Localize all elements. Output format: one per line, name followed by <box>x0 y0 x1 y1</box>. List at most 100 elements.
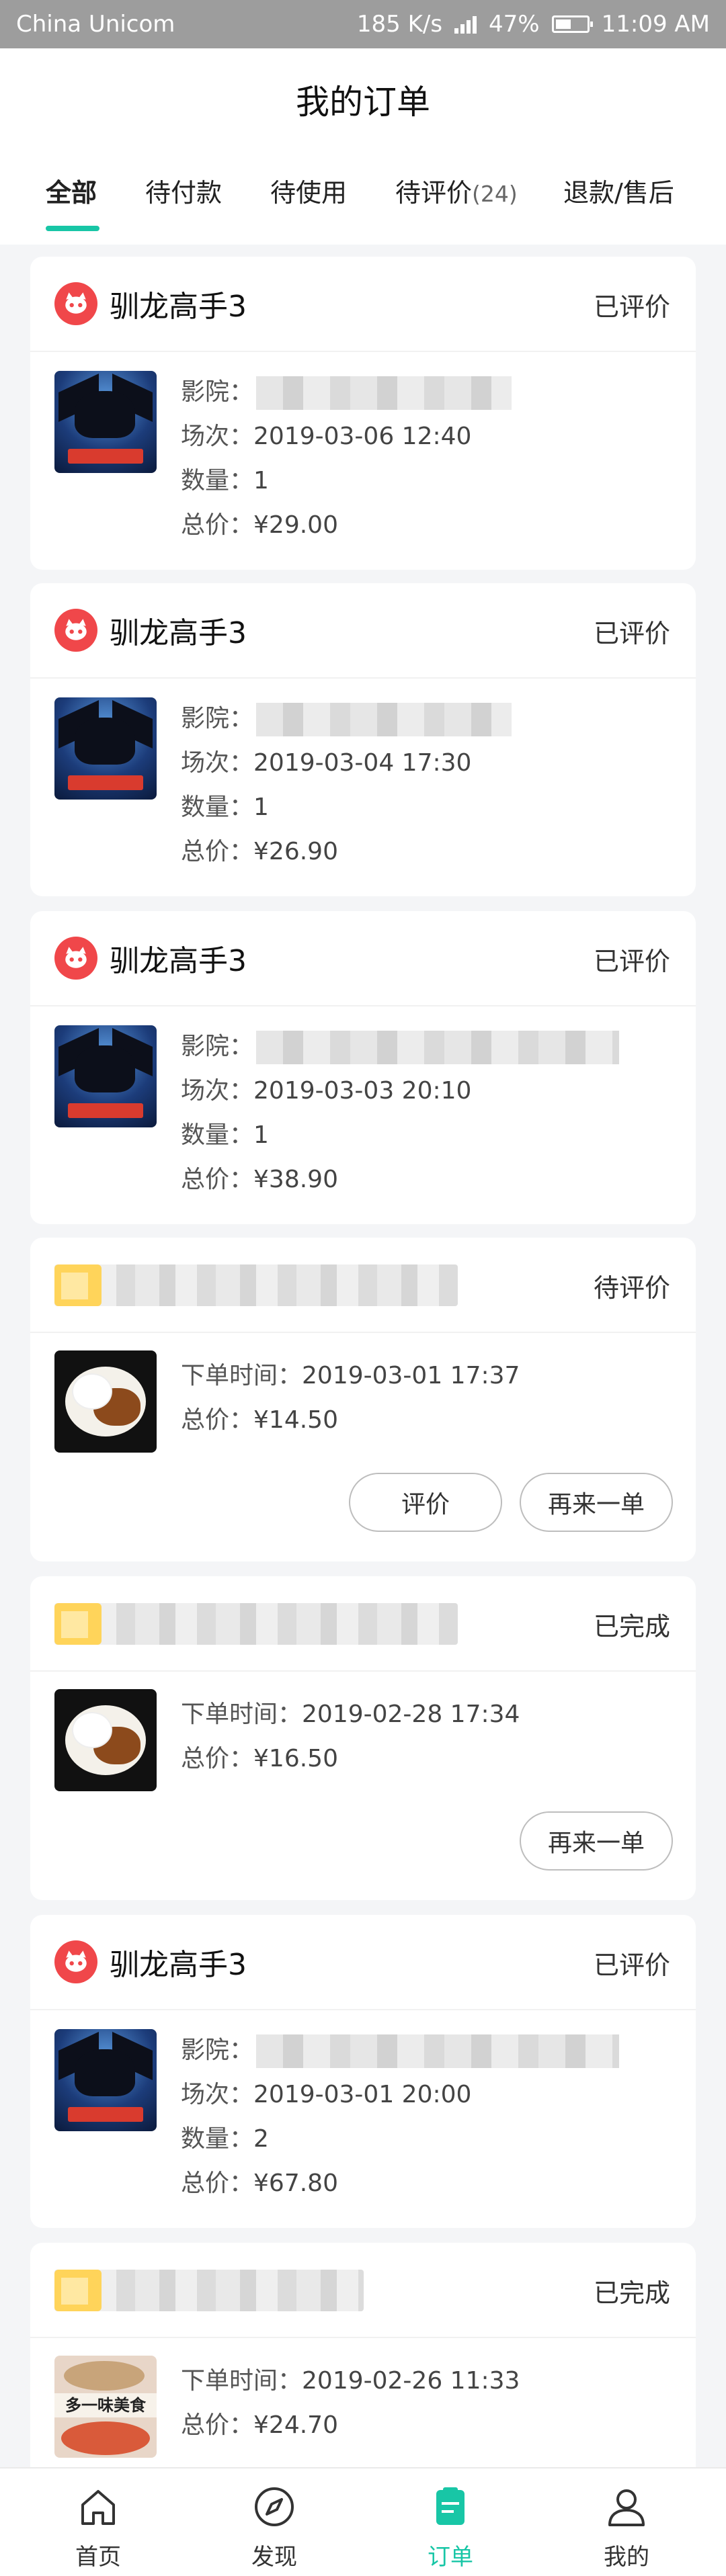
nav-orders[interactable]: 订单 <box>383 2468 518 2576</box>
total-price: ¥16.50 <box>253 1745 338 1772</box>
order-time: 2019-02-26 11:33 <box>302 2367 520 2395</box>
tab-label: 待付款 <box>145 178 223 208</box>
order-card-header: 驯龙高手3 已评价 <box>30 911 696 1006</box>
total-line: 总价：¥26.90 <box>181 838 338 865</box>
order-card-header: 驯龙高手3 已评价 <box>30 1915 696 2010</box>
signal-icon <box>454 15 477 34</box>
order-status: 已评价 <box>593 947 670 976</box>
tab-refund[interactable]: 退款/售后 <box>563 172 674 209</box>
quantity-line: 数量：2 <box>181 2125 269 2153</box>
redacted-cinema <box>256 1031 620 1064</box>
tab-count: (24) <box>472 181 518 207</box>
session-time: 2019-03-03 20:10 <box>253 1077 472 1105</box>
order-card[interactable]: 驯龙高手3 已评价 影院： 场次：2019-03-06 12:40 数量：1 总… <box>30 257 696 570</box>
quantity-value: 2 <box>253 2125 269 2153</box>
order-card-header: 驯龙高手3 已评价 <box>30 583 696 679</box>
order-status: 已评价 <box>593 619 670 648</box>
quantity-line: 数量：1 <box>181 1121 269 1149</box>
movie-poster <box>54 1025 157 1127</box>
cat-eye-logo-icon <box>54 282 97 325</box>
session-line: 场次：2019-03-01 20:00 <box>181 2081 472 2108</box>
total-line: 总价：¥14.50 <box>181 1406 338 1434</box>
session-time: 2019-03-01 20:00 <box>253 2081 472 2108</box>
nav-profile[interactable]: 我的 <box>559 2468 694 2576</box>
redacted-shop-name <box>54 1603 458 1645</box>
cat-eye-logo-icon <box>54 1940 97 1983</box>
quantity-value: 1 <box>253 793 269 821</box>
clock: 11:09 AM <box>601 11 710 38</box>
tab-label: 退款/售后 <box>563 178 674 208</box>
status-bar: China Unicom 185 K/s 47% 11:09 AM <box>0 0 726 48</box>
redacted-shop-name <box>54 2270 364 2311</box>
total-price: ¥29.00 <box>253 511 338 539</box>
tab-label: 待使用 <box>270 178 348 208</box>
quantity-value: 1 <box>253 467 269 495</box>
bottom-nav: 首页 发现 订单 我的 <box>0 2467 726 2576</box>
redacted-cinema <box>256 376 512 410</box>
order-card[interactable]: 驯龙高手3 已评价 影院： 场次：2019-03-03 20:10 数量：1 总… <box>30 911 696 1224</box>
cinema-line: 影院： <box>181 2030 620 2068</box>
order-time: 2019-02-28 17:34 <box>302 1701 520 1728</box>
food-image: 多一味美食 <box>54 2356 157 2458</box>
compass-icon <box>255 2487 294 2526</box>
order-card-header: 待评价 <box>30 1238 696 1333</box>
session-line: 场次：2019-03-04 17:30 <box>181 749 472 777</box>
tab-to-use[interactable]: 待使用 <box>270 172 347 209</box>
profile-icon <box>608 2489 645 2526</box>
tab-label: 全部 <box>46 178 97 208</box>
order-status: 已完成 <box>593 1612 670 1641</box>
quantity-line: 数量：1 <box>181 793 269 821</box>
quantity-line: 数量：1 <box>181 467 269 495</box>
tab-label: 待评价 <box>395 178 473 208</box>
orders-icon <box>436 2487 465 2525</box>
redacted-shop-name <box>54 1264 458 1306</box>
order-card[interactable]: 驯龙高手3 已评价 影院： 场次：2019-03-04 17:30 数量：1 总… <box>30 583 696 896</box>
movie-poster <box>54 2029 157 2131</box>
order-status: 待评价 <box>593 1273 670 1303</box>
page-title: 我的订单 <box>296 83 430 122</box>
reorder-button[interactable]: 再来一单 <box>520 1473 673 1532</box>
order-time-line: 下单时间：2019-02-26 11:33 <box>181 2367 520 2395</box>
session-line: 场次：2019-03-03 20:10 <box>181 1077 472 1105</box>
tab-all[interactable]: 全部 <box>46 172 97 209</box>
order-time-line: 下单时间：2019-02-28 17:34 <box>181 1701 520 1728</box>
order-card[interactable]: 待评价 下单时间：2019-03-01 17:37 总价：¥14.50 评价 再… <box>30 1238 696 1561</box>
network-speed: 185 K/s <box>356 11 443 38</box>
session-time: 2019-03-06 12:40 <box>253 423 472 450</box>
reorder-button[interactable]: 再来一单 <box>520 1811 673 1871</box>
quantity-value: 1 <box>253 1121 269 1149</box>
redacted-cinema <box>256 2034 620 2068</box>
nav-label: 订单 <box>428 2544 473 2571</box>
total-price: ¥14.50 <box>253 1406 338 1434</box>
nav-label: 发现 <box>251 2544 297 2571</box>
nav-label: 首页 <box>75 2544 121 2571</box>
total-price: ¥26.90 <box>253 838 338 865</box>
home-icon <box>81 2490 115 2525</box>
session-line: 场次：2019-03-06 12:40 <box>181 423 472 450</box>
header: 我的订单 <box>0 48 726 245</box>
order-card[interactable]: 已完成 多一味美食 下单时间：2019-02-26 11:33 总价：¥24.7… <box>30 2243 696 2485</box>
cinema-line: 影院： <box>181 372 512 410</box>
shop-name: 驯龙高手3 <box>110 944 247 978</box>
order-time-line: 下单时间：2019-03-01 17:37 <box>181 1362 520 1389</box>
total-line: 总价：¥16.50 <box>181 1745 338 1772</box>
food-image <box>54 1689 157 1791</box>
order-card-header: 驯龙高手3 已评价 <box>30 257 696 352</box>
cat-eye-logo-icon <box>54 937 97 980</box>
order-status: 已评价 <box>593 1950 670 1980</box>
total-price: ¥24.70 <box>253 2411 338 2439</box>
tab-to-review[interactable]: 待评价(24) <box>395 172 518 209</box>
order-status: 已完成 <box>593 2278 670 2308</box>
total-price: ¥67.80 <box>253 2170 338 2197</box>
review-button[interactable]: 评价 <box>349 1473 502 1532</box>
total-line: 总价：¥29.00 <box>181 511 338 539</box>
nav-discover[interactable]: 发现 <box>207 2468 341 2576</box>
cat-eye-logo-icon <box>54 609 97 652</box>
order-card[interactable]: 已完成 下单时间：2019-02-28 17:34 总价：¥16.50 再来一单 <box>30 1576 696 1900</box>
battery-icon <box>551 15 593 33</box>
order-card[interactable]: 驯龙高手3 已评价 影院： 场次：2019-03-01 20:00 数量：2 总… <box>30 1915 696 2228</box>
nav-home[interactable]: 首页 <box>31 2468 165 2576</box>
tab-pending-payment[interactable]: 待付款 <box>145 172 222 209</box>
order-time: 2019-03-01 17:37 <box>302 1362 520 1389</box>
food-image-text: 多一味美食 <box>54 2393 157 2417</box>
